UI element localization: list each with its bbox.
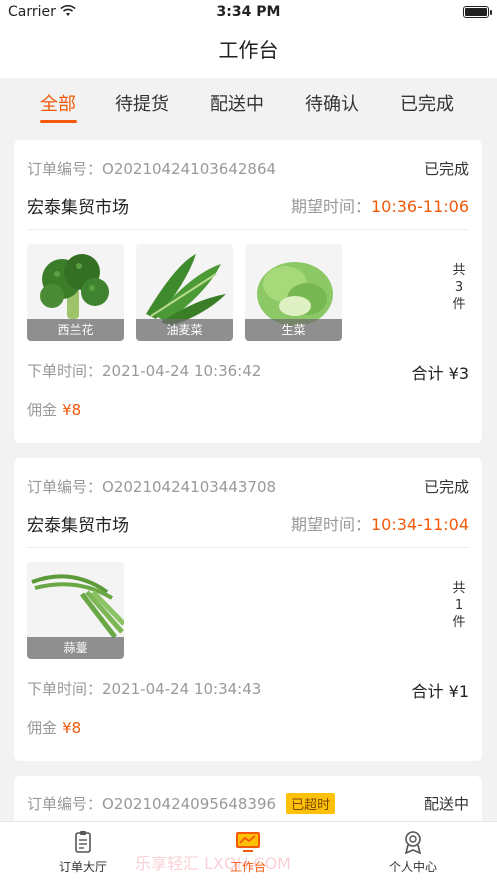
battery-icon <box>463 6 492 18</box>
total-value: ¥1 <box>448 682 469 701</box>
divider <box>27 547 469 548</box>
commission-value: ¥8 <box>62 719 82 737</box>
order-number-row: 订单编号：O20210424103443708 已完成 <box>27 476 469 497</box>
order-total: 合计 ¥3 <box>412 360 469 384</box>
divider <box>27 229 469 230</box>
tab-pending-pickup[interactable]: 待提货 <box>115 90 169 116</box>
tab-pending-confirm[interactable]: 待确认 <box>305 90 359 116</box>
order-total: 合计 ¥1 <box>412 678 469 702</box>
order-card[interactable]: 订单编号：O20210424103642864 已完成 宏泰集贸市场 期望时间：… <box>14 140 482 443</box>
expected-time: 期望时间：10:36-11:06 <box>291 193 469 217</box>
order-number-label: 订单编号： <box>27 795 103 813</box>
order-status: 已完成 <box>423 478 469 496</box>
order-number: O20210424103443708 <box>102 478 277 496</box>
total-label: 合计 <box>411 364 444 383</box>
product-thumbnail[interactable]: 生菜 <box>245 244 342 341</box>
order-number-label: 订单编号： <box>27 160 103 178</box>
active-tab-indicator <box>40 120 77 123</box>
tab-label: 订单大厅 <box>58 860 107 874</box>
expected-time: 期望时间：10:34-11:04 <box>291 511 469 535</box>
commission-label: 佣金 <box>27 401 58 419</box>
order-time-label: 下单时间： <box>27 362 103 380</box>
commission-row: 佣金 ¥8 <box>27 717 469 738</box>
count-suffix: 件 <box>452 297 466 312</box>
order-number-row: 订单编号：O20210424103642864 已完成 <box>27 158 469 179</box>
product-thumbnail[interactable]: 西兰花 <box>27 244 124 341</box>
product-name: 西兰花 <box>27 319 124 341</box>
order-number: O20210424103642864 <box>102 160 277 178</box>
total-label: 合计 <box>411 682 444 701</box>
product-name: 蒜薹 <box>27 637 124 659</box>
commission-label: 佣金 <box>27 719 58 737</box>
product-name: 油麦菜 <box>136 319 233 341</box>
clock: 3:34 PM <box>216 4 281 20</box>
count-prefix: 共 <box>452 263 466 278</box>
watermark: 乐享轻汇 LXQH.COM <box>135 854 291 873</box>
commission-value: ¥8 <box>62 401 82 419</box>
product-name: 生菜 <box>245 319 342 341</box>
market-name: 宏泰集贸市场 <box>27 516 129 536</box>
product-thumbnail[interactable]: 蒜薹 <box>27 562 124 659</box>
market-row: 宏泰集贸市场 期望时间：10:34-11:04 <box>27 511 469 536</box>
page-title: 工作台 <box>0 26 497 78</box>
status-bar: Carrier 3:34 PM <box>0 0 497 26</box>
item-count: 共 3 件 <box>449 262 469 313</box>
order-status: 配送中 <box>423 795 469 813</box>
order-time-label: 下单时间： <box>27 680 103 698</box>
order-status: 已完成 <box>423 160 469 178</box>
order-time-value: 2021-04-24 10:34:43 <box>102 680 262 698</box>
count-value: 3 <box>454 280 464 295</box>
tab-label: 个人中心 <box>388 860 437 874</box>
tab-delivering[interactable]: 配送中 <box>210 90 264 116</box>
order-number: O20210424095648396 <box>102 795 277 813</box>
count-prefix: 共 <box>452 581 466 596</box>
count-suffix: 件 <box>452 615 466 630</box>
product-thumbnail[interactable]: 油麦菜 <box>136 244 233 341</box>
order-card[interactable]: 订单编号：O20210424103443708 已完成 宏泰集贸市场 期望时间：… <box>14 458 482 761</box>
order-time-value: 2021-04-24 10:36:42 <box>102 362 262 380</box>
expected-time-value: 10:34-11:04 <box>371 515 469 534</box>
expected-time-value: 10:36-11:06 <box>371 197 469 216</box>
tab-all[interactable]: 全部 <box>40 90 76 116</box>
total-value: ¥3 <box>448 364 469 383</box>
item-count: 共 1 件 <box>449 580 469 631</box>
person-badge-icon <box>404 831 422 854</box>
expected-time-label: 期望时间： <box>290 515 371 534</box>
overdue-badge: 已超时 <box>286 793 336 814</box>
count-value: 1 <box>454 598 464 613</box>
order-number-label: 订单编号： <box>27 478 103 496</box>
order-time-row: 下单时间：2021-04-24 10:36:42 合计 ¥3 <box>27 360 469 384</box>
order-time-row: 下单时间：2021-04-24 10:34:43 合计 ¥1 <box>27 678 469 702</box>
tab-profile[interactable]: 个人中心 <box>368 830 458 875</box>
market-name: 宏泰集贸市场 <box>27 198 129 218</box>
tab-completed[interactable]: 已完成 <box>400 90 454 116</box>
market-row: 宏泰集贸市场 期望时间：10:36-11:06 <box>27 193 469 218</box>
tab-order-hall[interactable]: 订单大厅 <box>38 830 128 875</box>
clipboard-icon <box>75 831 91 853</box>
order-number-row: 订单编号：O20210424095648396 已超时 配送中 <box>27 793 469 814</box>
expected-time-label: 期望时间： <box>290 197 371 216</box>
commission-row: 佣金 ¥8 <box>27 399 469 420</box>
